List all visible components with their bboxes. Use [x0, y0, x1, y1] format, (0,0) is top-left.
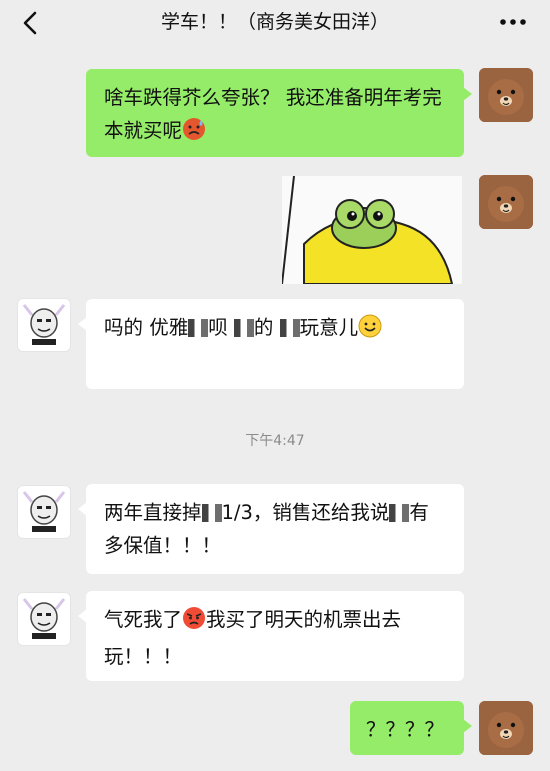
message-bubble-incoming[interactable]: 两年直接掉 1/3，销售还给我说 有多保值！！！ [78, 484, 464, 574]
mosaic-blur-icon [188, 319, 209, 337]
message-bubble-incoming[interactable]: 气死我了 我买了明天的机票出去玩！！！ [78, 591, 464, 681]
mosaic-blur-icon [201, 504, 222, 522]
message-text: 两年直接掉 [104, 501, 202, 524]
message-text: 吗的 优雅 [104, 316, 189, 339]
message-bubble-incoming[interactable]: 吗的 优雅呗 的 玩意儿 [78, 299, 464, 389]
contact-avatar[interactable] [17, 485, 71, 539]
message-text: 气死我了 [104, 608, 183, 631]
my-avatar[interactable] [479, 175, 533, 229]
message-text: 呗 [208, 316, 228, 339]
mosaic-blur-icon [233, 319, 254, 337]
meme-face-avatar-icon [18, 593, 70, 645]
message-text: 的 [253, 316, 274, 339]
brown-bear-avatar-icon [479, 175, 533, 229]
my-avatar[interactable] [479, 701, 533, 755]
frog-peek-sticker[interactable] [282, 176, 462, 284]
message-text: 1/3，销售还给我说 [221, 501, 390, 524]
more-dots-icon[interactable] [498, 12, 528, 32]
message-bubble-outgoing[interactable]: ？？？？ [350, 701, 472, 755]
timestamp: 下午4:47 [245, 433, 305, 449]
chat-header: 学车！！（商务美女田洋） [0, 0, 550, 46]
message-text: 玩意儿 [299, 316, 359, 339]
smile-face-icon [358, 314, 382, 348]
my-avatar[interactable] [479, 68, 533, 122]
brown-bear-avatar-icon [479, 68, 533, 122]
mosaic-blur-icon [279, 319, 300, 337]
chat-title: 学车！！（商务美女田洋） [160, 11, 389, 33]
anxious-sweat-face-icon [182, 117, 206, 151]
message-text: 啥车跌得芥么夸张？ 我还准备明年考完本就买呢 [104, 86, 442, 142]
contact-avatar[interactable] [17, 298, 71, 352]
meme-face-avatar-icon [18, 486, 70, 538]
chevron-left-icon[interactable] [18, 10, 44, 36]
mosaic-blur-icon [389, 504, 410, 522]
contact-avatar[interactable] [17, 592, 71, 646]
brown-bear-avatar-icon [479, 701, 533, 755]
message-text: ？？？？ [366, 718, 445, 741]
message-bubble-outgoing[interactable]: 啥车跌得芥么夸张？ 我还准备明年考完本就买呢 [86, 69, 472, 157]
meme-face-avatar-icon [18, 299, 70, 351]
angry-face-icon [182, 606, 206, 640]
